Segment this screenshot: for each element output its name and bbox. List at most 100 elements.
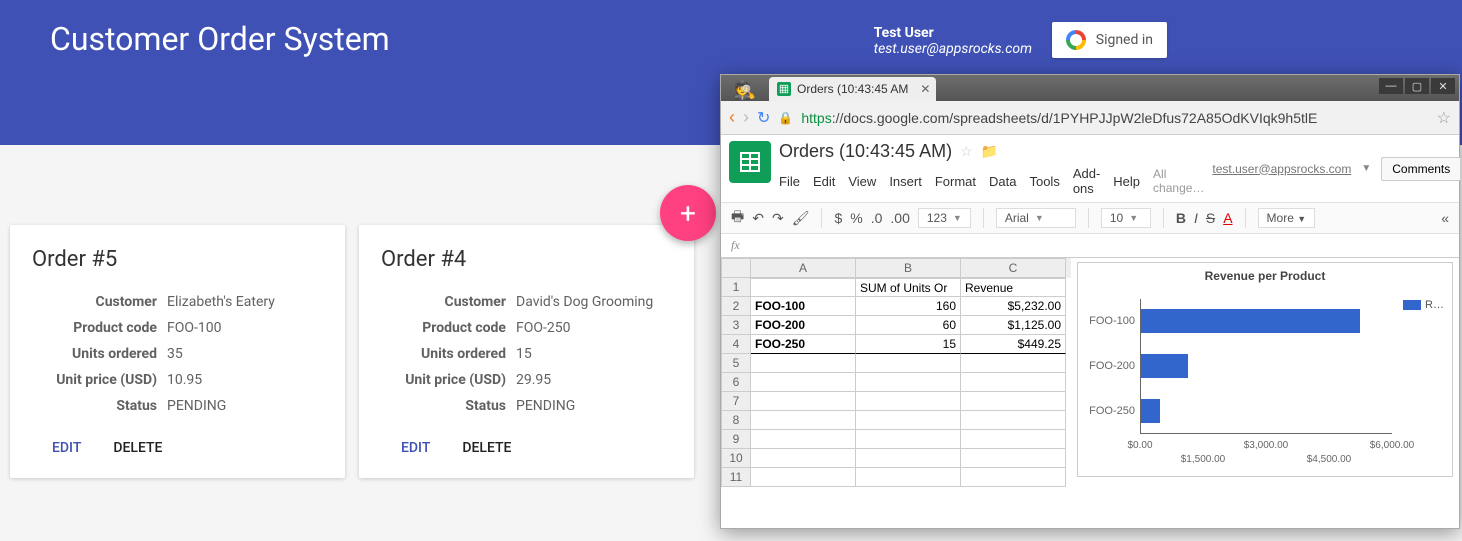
cell[interactable]: 15	[856, 335, 961, 354]
column-header-B[interactable]: B	[856, 258, 961, 278]
cell[interactable]	[856, 430, 961, 449]
row-header[interactable]: 11	[721, 468, 751, 487]
cell[interactable]: 160	[856, 297, 961, 316]
cell[interactable]	[961, 392, 1066, 411]
bookmark-star-button[interactable]: ☆	[1437, 108, 1451, 128]
edit-button[interactable]: EDIT	[401, 440, 430, 456]
font-family-select[interactable]: Arial▼	[996, 208, 1076, 228]
print-button[interactable]: 🖶	[731, 206, 744, 230]
paint-format-button[interactable]: 🖌	[792, 210, 810, 227]
comments-button[interactable]: Comments	[1381, 157, 1461, 181]
browser-tab[interactable]: Orders (10:43:45 AM ✕	[769, 77, 936, 101]
cell[interactable]	[751, 430, 856, 449]
url-field[interactable]: https://docs.google.com/spreadsheets/d/1…	[801, 110, 1428, 126]
format-percent-button[interactable]: %	[850, 210, 862, 226]
cell[interactable]	[751, 278, 856, 297]
cell[interactable]: FOO-200	[751, 316, 856, 335]
cell[interactable]	[856, 449, 961, 468]
row-header[interactable]: 5	[721, 354, 751, 373]
row-header[interactable]: 10	[721, 449, 751, 468]
delete-button[interactable]: DELETE	[462, 440, 511, 456]
menu-view[interactable]: View	[848, 174, 876, 189]
sheets-app-icon[interactable]	[729, 141, 771, 183]
cell[interactable]: 60	[856, 316, 961, 335]
cell[interactable]	[856, 354, 961, 373]
strike-button[interactable]: S	[1206, 210, 1215, 226]
cell[interactable]: FOO-250	[751, 335, 856, 354]
increase-decimal-button[interactable]: .00	[890, 210, 909, 226]
column-header-A[interactable]: A	[751, 258, 856, 278]
row-header[interactable]: 7	[721, 392, 751, 411]
delete-button[interactable]: DELETE	[113, 440, 162, 456]
redo-button[interactable]: ↷	[772, 210, 784, 227]
menu-data[interactable]: Data	[989, 174, 1016, 189]
row-header[interactable]: 3	[721, 316, 751, 335]
cell[interactable]	[961, 430, 1066, 449]
undo-button[interactable]: ↶	[752, 210, 764, 227]
document-title[interactable]: Orders (10:43:45 AM)	[779, 141, 952, 162]
row-header[interactable]: 9	[721, 430, 751, 449]
cell[interactable]	[856, 373, 961, 392]
account-email[interactable]: test.user@appsrocks.com	[1212, 162, 1351, 176]
cell[interactable]: SUM of Units Or	[856, 278, 961, 297]
decrease-decimal-button[interactable]: .0	[871, 210, 883, 226]
maximize-button[interactable]: ▢	[1405, 78, 1429, 94]
cell[interactable]: $1,125.00	[961, 316, 1066, 335]
cell[interactable]	[856, 392, 961, 411]
menu-addons[interactable]: Add-ons	[1073, 166, 1100, 196]
italic-button[interactable]: I	[1194, 210, 1198, 226]
text-color-button[interactable]: A	[1223, 210, 1232, 226]
nav-back-button[interactable]: ‹	[729, 107, 735, 128]
toolbar-more-button[interactable]: More ▼	[1258, 208, 1316, 228]
menu-format[interactable]: Format	[935, 174, 976, 189]
tab-close-button[interactable]: ✕	[920, 82, 930, 96]
revenue-chart[interactable]: Revenue per Product R… FOO-100FOO-200FOO…	[1077, 262, 1453, 477]
spreadsheet-grid[interactable]: A B C 1 SUM of Units OrRevenue 2FOO-100160…	[721, 258, 1071, 541]
row-header[interactable]: 1	[721, 278, 751, 297]
cell[interactable]	[751, 468, 856, 487]
format-currency-button[interactable]: $	[834, 210, 842, 226]
cell[interactable]	[961, 468, 1066, 487]
row-header[interactable]: 8	[721, 411, 751, 430]
close-window-button[interactable]: ✕	[1431, 78, 1455, 94]
google-signin-badge[interactable]: Signed in	[1052, 22, 1167, 58]
formula-bar[interactable]: fx	[721, 234, 1459, 258]
cell[interactable]	[751, 411, 856, 430]
nav-forward-button[interactable]: ›	[743, 107, 749, 128]
menu-file[interactable]: File	[779, 174, 800, 189]
star-doc-button[interactable]: ☆	[960, 143, 973, 160]
cell[interactable]: FOO-100	[751, 297, 856, 316]
number-format-select[interactable]: 123▼	[918, 208, 971, 228]
edit-button[interactable]: EDIT	[52, 440, 81, 456]
cell[interactable]: Revenue	[961, 278, 1066, 297]
menu-insert[interactable]: Insert	[889, 174, 922, 189]
row-header[interactable]: 2	[721, 297, 751, 316]
column-header-C[interactable]: C	[961, 258, 1066, 278]
bold-button[interactable]: B	[1176, 210, 1186, 226]
menu-help[interactable]: Help	[1113, 174, 1140, 189]
cell[interactable]	[961, 411, 1066, 430]
menu-edit[interactable]: Edit	[813, 174, 835, 189]
cell[interactable]	[856, 411, 961, 430]
cell[interactable]: $5,232.00	[961, 297, 1066, 316]
toolbar-collapse-button[interactable]: «	[1441, 210, 1449, 226]
move-folder-button[interactable]: 📁	[981, 143, 998, 160]
cell[interactable]	[751, 392, 856, 411]
cell[interactable]	[751, 373, 856, 392]
cell[interactable]	[961, 449, 1066, 468]
account-caret-icon[interactable]: ▼	[1361, 163, 1371, 174]
menu-tools[interactable]: Tools	[1029, 174, 1059, 189]
add-order-fab[interactable]: +	[660, 185, 716, 241]
minimize-button[interactable]: —	[1379, 78, 1403, 94]
cell[interactable]	[751, 354, 856, 373]
reload-button[interactable]: ↻	[757, 108, 770, 128]
cell[interactable]: $449.25	[961, 335, 1066, 354]
cell[interactable]	[751, 449, 856, 468]
row-header[interactable]: 4	[721, 335, 751, 354]
font-size-select[interactable]: 10▼	[1101, 208, 1151, 228]
select-all-corner[interactable]	[721, 258, 751, 278]
cell[interactable]	[856, 468, 961, 487]
cell[interactable]	[961, 354, 1066, 373]
row-header[interactable]: 6	[721, 373, 751, 392]
cell[interactable]	[961, 373, 1066, 392]
